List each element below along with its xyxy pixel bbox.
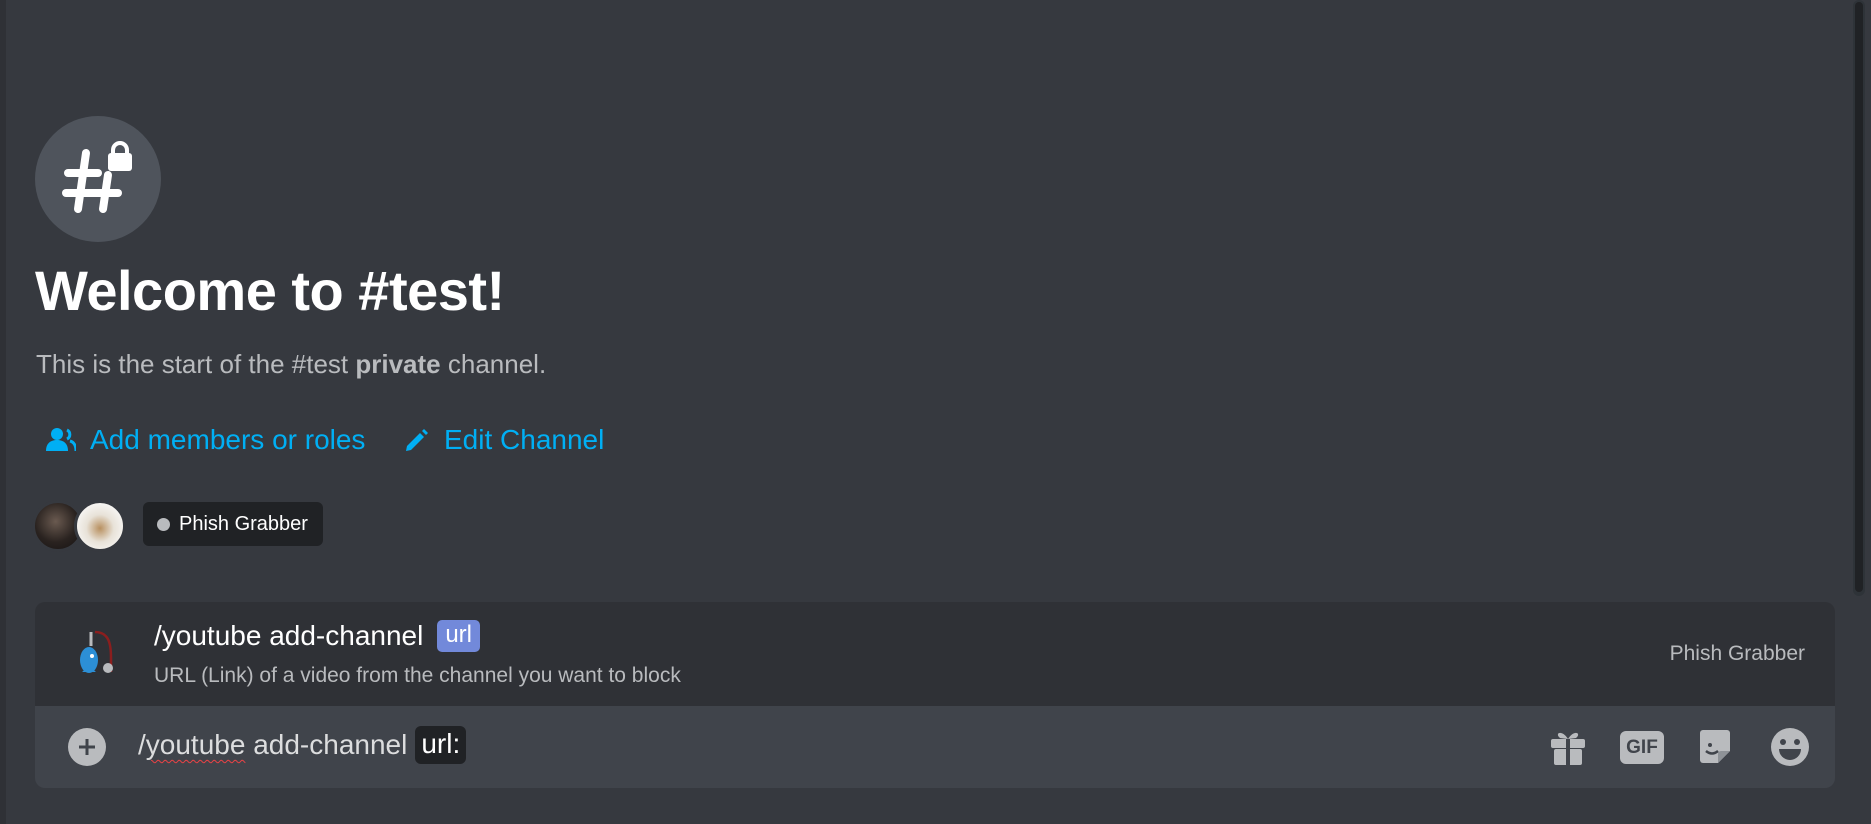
gift-button[interactable] bbox=[1545, 724, 1591, 770]
input-command-word: youtube bbox=[145, 729, 246, 760]
status-dot bbox=[157, 517, 170, 531]
add-members-link[interactable]: Add members or roles bbox=[46, 424, 365, 456]
private-channel-icon bbox=[35, 116, 161, 242]
composer-toolbar: GIF bbox=[1545, 724, 1813, 770]
member-pill[interactable]: Phish Grabber bbox=[143, 502, 323, 546]
sticker-icon bbox=[1700, 730, 1730, 763]
gif-button[interactable]: GIF bbox=[1619, 724, 1665, 770]
command-row: /youtube add-channel url bbox=[154, 620, 480, 652]
scrollbar-thumb[interactable] bbox=[1855, 2, 1863, 592]
message-input[interactable]: / youtube add-channel url: bbox=[138, 726, 467, 764]
gif-icon: GIF bbox=[1620, 730, 1664, 764]
add-members-label: Add members or roles bbox=[90, 424, 366, 455]
left-edge-strip bbox=[0, 0, 6, 824]
edit-channel-link[interactable]: Edit Channel bbox=[404, 424, 604, 456]
sticker-button[interactable] bbox=[1693, 724, 1739, 770]
fishing-hook-icon bbox=[80, 630, 113, 673]
plus-icon bbox=[79, 739, 95, 755]
member-pill-label: Phish Grabber bbox=[179, 512, 308, 535]
gift-icon bbox=[1551, 732, 1585, 765]
welcome-subtitle-suffix: channel. bbox=[440, 349, 547, 379]
command-source-app: Phish Grabber bbox=[1669, 642, 1805, 665]
edit-channel-label: Edit Channel bbox=[444, 424, 605, 455]
command-description: URL (Link) of a video from the channel y… bbox=[154, 664, 681, 687]
member-avatar[interactable] bbox=[74, 500, 126, 552]
add-attachment-button[interactable] bbox=[68, 728, 106, 766]
slash-command-autocomplete[interactable]: /youtube add-channel url URL (Link) of a… bbox=[35, 602, 1835, 706]
command-param-badge: url bbox=[437, 620, 480, 652]
smiley-icon bbox=[1771, 728, 1809, 766]
command-name: /youtube add-channel bbox=[154, 620, 424, 651]
welcome-subtitle-prefix: This is the start of the #test bbox=[36, 349, 356, 379]
welcome-subtitle: This is the start of the #test private c… bbox=[36, 349, 546, 380]
input-slash: / bbox=[138, 729, 146, 760]
pencil-icon bbox=[404, 427, 430, 453]
message-composer[interactable]: / youtube add-channel url: GIF bbox=[35, 706, 1835, 788]
input-param-chip[interactable]: url: bbox=[415, 726, 467, 764]
add-member-icon bbox=[46, 427, 76, 453]
welcome-subtitle-private: private bbox=[355, 349, 441, 379]
input-subcommand: add-channel bbox=[245, 729, 408, 760]
bot-app-icon bbox=[65, 626, 123, 684]
welcome-title: Welcome to #test! bbox=[35, 259, 505, 322]
emoji-button[interactable] bbox=[1767, 724, 1813, 770]
hash-lock-icon bbox=[62, 141, 132, 213]
